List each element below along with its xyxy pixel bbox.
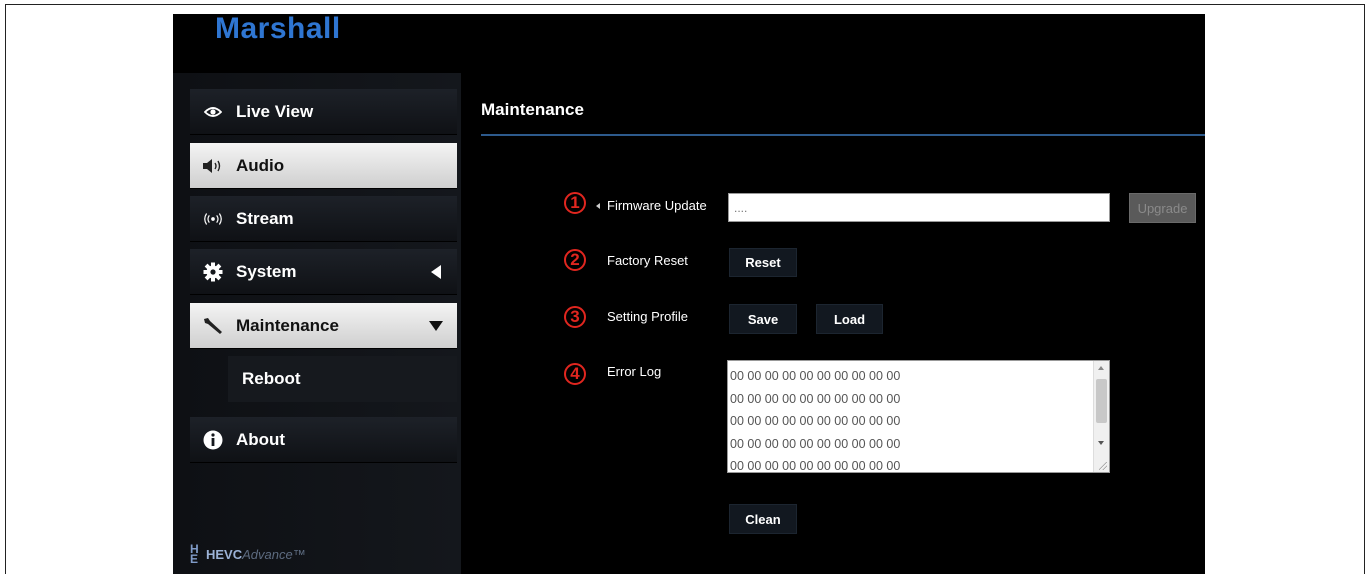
wrench-icon: [202, 316, 224, 336]
sidebar-item-label: Stream: [236, 208, 294, 228]
sidebar-item-label: About: [236, 429, 286, 449]
sidebar-item-label: Maintenance: [236, 315, 339, 335]
sidebar-item-maintenance[interactable]: Maintenance: [190, 303, 457, 349]
callout-number-2: 2: [564, 249, 586, 271]
hevc-mark: HE: [190, 542, 199, 566]
sidebar-item-stream[interactable]: Stream: [190, 196, 457, 242]
callout-number-4: 4: [564, 363, 586, 385]
resize-grip-icon[interactable]: [1099, 462, 1107, 470]
speaker-icon: [202, 158, 224, 174]
sidebar-item-label: Live View: [236, 101, 314, 121]
clean-button[interactable]: Clean: [729, 504, 797, 534]
log-line: 00 00 00 00 00 00 00 00 00 00: [730, 436, 901, 451]
scroll-down-icon[interactable]: [1098, 441, 1104, 445]
sidebar-item-system[interactable]: System: [190, 249, 457, 295]
callout-number-3: 3: [564, 306, 586, 328]
log-scrollbar[interactable]: [1093, 361, 1109, 472]
sidebar-item-label: System: [236, 261, 297, 281]
error-log-textarea[interactable]: 00 00 00 00 00 00 00 00 00 00 00 00 00 0…: [727, 360, 1110, 473]
error-log-label: Error Log: [607, 364, 662, 379]
log-line: 00 00 00 00 00 00 00 00 00 00: [730, 369, 901, 383]
pointer-icon: [596, 203, 600, 209]
page-title: Maintenance: [481, 100, 584, 119]
callout-number-1: 1: [564, 192, 586, 214]
log-line: 00 00 00 00 00 00 00 00 00 00: [730, 414, 901, 428]
sidebar-item-live-view[interactable]: Live View: [190, 89, 457, 135]
hevc-advance-logo: HE HEVC Advance™: [190, 542, 306, 566]
gear-icon: [202, 262, 224, 282]
sidebar-item-label: Reboot: [242, 369, 301, 388]
firmware-file-input[interactable]: ....: [728, 193, 1110, 222]
scroll-up-icon[interactable]: [1098, 366, 1104, 370]
log-line: 00 00 00 00 00 00 00 00 00 00: [730, 391, 901, 406]
setting-profile-label: Setting Profile: [607, 309, 688, 324]
sidebar-subitem-reboot[interactable]: Reboot: [228, 356, 457, 402]
load-button[interactable]: Load: [816, 304, 883, 334]
save-button[interactable]: Save: [729, 304, 797, 334]
sidebar-item-audio[interactable]: Audio: [190, 143, 457, 189]
caret-down-icon: [429, 320, 443, 331]
upgrade-button[interactable]: Upgrade: [1129, 193, 1196, 223]
factory-reset-label: Factory Reset: [607, 253, 688, 268]
eye-icon: [202, 106, 224, 118]
info-icon: [202, 430, 224, 450]
title-divider: [481, 134, 1205, 136]
scroll-thumb[interactable]: [1096, 379, 1107, 423]
reset-button[interactable]: Reset: [729, 248, 797, 277]
marshall-logo: Marshall: [215, 12, 341, 45]
log-line: 00 00 00 00 00 00 00 00 00 00: [730, 459, 901, 473]
firmware-update-label: Firmware Update: [607, 198, 707, 213]
caret-left-icon: [429, 264, 443, 279]
broadcast-icon: [202, 212, 224, 226]
sidebar-item-about[interactable]: About: [190, 417, 457, 463]
sidebar-item-label: Audio: [236, 155, 285, 175]
